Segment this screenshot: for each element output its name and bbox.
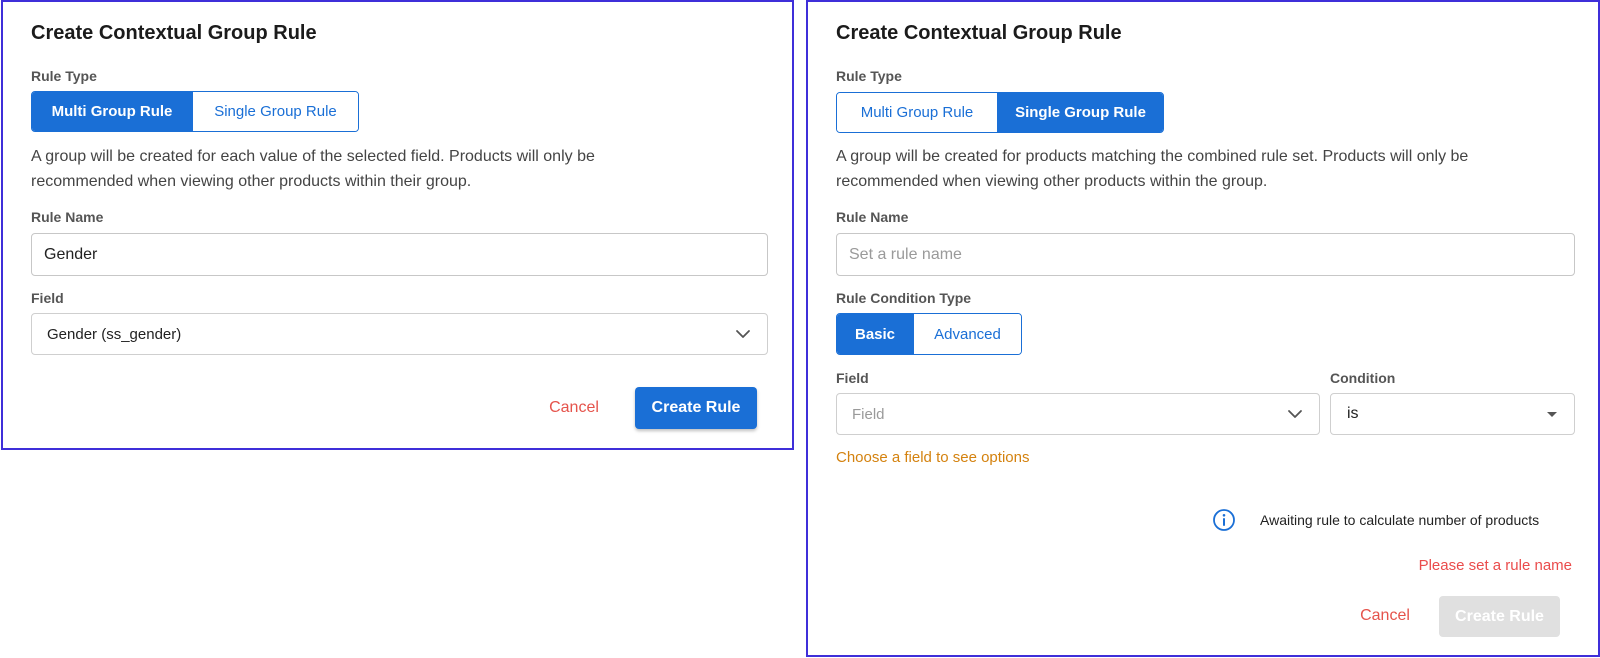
info-text: Awaiting rule to calculate number of pro… <box>1260 512 1540 528</box>
rule-type-toggle: Multi Group Rule Single Group Rule <box>836 92 1164 133</box>
product-count-info: Awaiting rule to calculate number of pro… <box>1212 508 1539 532</box>
chevron-down-icon <box>736 330 750 338</box>
rule-name-value: Gender <box>44 245 98 263</box>
field-label: Field <box>31 290 64 306</box>
single-group-rule-button[interactable]: Single Group Rule <box>192 92 358 131</box>
rule-type-description: A group will be created for products mat… <box>836 148 1469 190</box>
rule-type-toggle: Multi Group Rule Single Group Rule <box>31 91 359 132</box>
condition-type-label: Rule Condition Type <box>836 290 972 306</box>
advanced-button[interactable]: Advanced <box>913 314 1021 354</box>
multi-group-rule-button[interactable]: Multi Group Rule <box>837 93 997 132</box>
cancel-button[interactable]: Cancel <box>531 391 617 425</box>
condition-select-value: is <box>1347 405 1359 422</box>
caret-down-icon <box>1547 411 1557 417</box>
dialog-title: Create Contextual Group Rule <box>836 22 1122 44</box>
field-select[interactable]: Gender (ss_gender) <box>31 313 768 355</box>
rule-name-label: Rule Name <box>836 209 909 225</box>
condition-type-toggle: Basic Advanced <box>836 313 1022 355</box>
info-circle-icon <box>1213 509 1235 531</box>
rule-type-description: A group will be created for each value o… <box>31 148 595 190</box>
rule-type-label: Rule Type <box>836 68 902 84</box>
rule-name-error: Please set a rule name <box>1418 557 1572 574</box>
single-group-rule-button[interactable]: Single Group Rule <box>997 93 1163 132</box>
field-select[interactable]: Field <box>836 393 1320 435</box>
field-label: Field <box>836 370 869 386</box>
create-rule-button-disabled: Create Rule <box>1439 596 1560 637</box>
rule-name-placeholder: Set a rule name <box>849 245 962 263</box>
rule-type-label: Rule Type <box>31 68 97 84</box>
multi-group-rule-button[interactable]: Multi Group Rule <box>32 92 192 131</box>
dialog-title: Create Contextual Group Rule <box>31 22 317 44</box>
rule-name-input[interactable]: Set a rule name <box>836 233 1575 276</box>
rule-name-input[interactable]: Gender <box>31 233 768 276</box>
chevron-down-icon <box>1288 410 1302 418</box>
field-select-placeholder: Field <box>852 405 885 423</box>
condition-select[interactable]: is <box>1330 393 1575 435</box>
field-hint: Choose a field to see options <box>836 449 1030 466</box>
create-rule-dialog-multi: Create Contextual Group Rule Rule Type M… <box>1 0 794 450</box>
cancel-button[interactable]: Cancel <box>1346 599 1424 633</box>
rule-name-label: Rule Name <box>31 209 104 225</box>
condition-label: Condition <box>1330 370 1396 386</box>
basic-button[interactable]: Basic <box>837 314 913 354</box>
create-rule-dialog-single: Create Contextual Group Rule Rule Type M… <box>806 0 1600 657</box>
field-select-value: Gender (ss_gender) <box>47 325 182 343</box>
create-rule-button[interactable]: Create Rule <box>635 387 757 429</box>
